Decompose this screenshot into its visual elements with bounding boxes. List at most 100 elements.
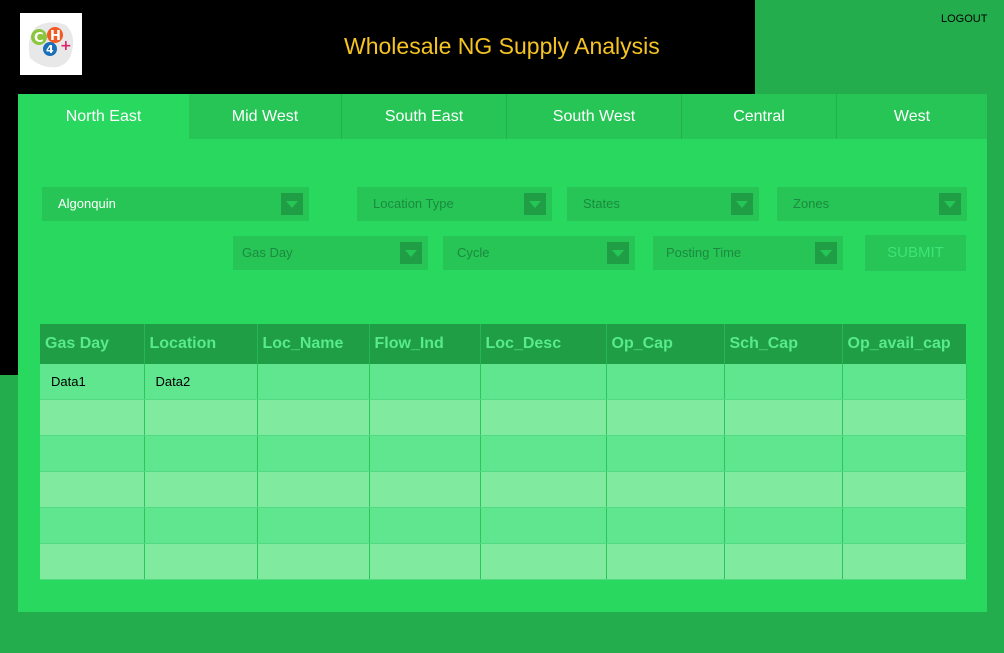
table-cell <box>480 399 607 436</box>
table-cell <box>144 435 258 472</box>
table-cell <box>257 435 370 472</box>
table-row[interactable] <box>40 435 967 472</box>
table-row[interactable] <box>40 507 967 544</box>
logout-link[interactable]: LOGOUT <box>941 13 987 25</box>
gas-day-placeholder: Gas Day <box>242 245 293 260</box>
table-cell <box>144 543 258 580</box>
table-cell <box>842 364 967 400</box>
posting-time-placeholder: Posting Time <box>666 245 742 260</box>
table-cell: Data2 <box>144 364 258 400</box>
table-cell <box>144 507 258 544</box>
table-cell <box>369 435 481 472</box>
tab-south-east[interactable]: South East <box>342 94 507 139</box>
location-type-placeholder: Location Type <box>373 196 454 211</box>
states-placeholder: States <box>583 196 620 211</box>
column-header[interactable]: Loc_Name <box>257 324 370 364</box>
table-cell <box>369 399 481 436</box>
table-cell <box>40 543 145 580</box>
table-cell <box>606 399 725 436</box>
table-cell <box>480 507 607 544</box>
svg-text:4: 4 <box>46 43 54 56</box>
region-tabs: North East Mid West South East South Wes… <box>18 94 987 139</box>
table-cell <box>480 435 607 472</box>
tab-central[interactable]: Central <box>682 94 837 139</box>
gas-day-select[interactable]: Gas Day <box>233 236 428 270</box>
table-cell <box>144 399 258 436</box>
pipeline-select-value: Algonquin <box>58 196 116 211</box>
table-cell <box>40 471 145 508</box>
table-cell <box>842 471 967 508</box>
column-header[interactable]: Op_Cap <box>606 324 725 364</box>
table-cell <box>606 543 725 580</box>
table-header-row: Gas Day Location Loc_Name Flow_Ind Loc_D… <box>40 324 966 364</box>
table-cell <box>369 507 481 544</box>
tab-north-east[interactable]: North East <box>18 94 189 139</box>
table-cell <box>724 435 843 472</box>
table-cell <box>480 364 607 400</box>
left-black-strip <box>0 94 18 375</box>
zones-placeholder: Zones <box>793 196 830 211</box>
ch4-molecule-logo-icon: C H 4 + <box>20 13 82 75</box>
table-cell: Data1 <box>40 364 145 400</box>
table-cell <box>606 471 725 508</box>
table-cell <box>724 543 843 580</box>
svg-text:+: + <box>60 38 72 54</box>
chevron-down-icon[interactable] <box>400 242 422 264</box>
column-header[interactable]: Location <box>144 324 258 364</box>
table-row[interactable]: Data1 Data2 <box>40 364 967 400</box>
tab-south-west[interactable]: South West <box>507 94 682 139</box>
chevron-down-icon[interactable] <box>815 242 837 264</box>
chevron-down-icon[interactable] <box>524 193 546 215</box>
table-row[interactable] <box>40 399 967 436</box>
cycle-select[interactable]: Cycle <box>443 236 635 270</box>
table-cell <box>480 543 607 580</box>
posting-time-select[interactable]: Posting Time <box>653 236 843 270</box>
table-cell <box>369 471 481 508</box>
svg-text:C: C <box>34 31 44 46</box>
column-header[interactable]: Sch_Cap <box>724 324 843 364</box>
table-row[interactable] <box>40 471 967 508</box>
table-cell <box>606 435 725 472</box>
table-cell <box>40 435 145 472</box>
table-cell <box>606 364 725 400</box>
submit-button[interactable]: SUBMIT <box>865 235 966 271</box>
table-cell <box>40 399 145 436</box>
table-cell <box>842 435 967 472</box>
table-cell <box>257 364 370 400</box>
table-cell <box>369 543 481 580</box>
chevron-down-icon[interactable] <box>939 193 961 215</box>
tab-mid-west[interactable]: Mid West <box>189 94 342 139</box>
table-cell <box>257 399 370 436</box>
chevron-down-icon[interactable] <box>731 193 753 215</box>
table-cell <box>842 507 967 544</box>
location-type-select[interactable]: Location Type <box>357 187 552 221</box>
pipeline-select[interactable]: Algonquin <box>42 187 309 221</box>
table-cell <box>606 507 725 544</box>
table-cell <box>480 471 607 508</box>
table-cell <box>724 507 843 544</box>
tab-west[interactable]: West <box>837 94 987 139</box>
chevron-down-icon[interactable] <box>281 193 303 215</box>
zones-select[interactable]: Zones <box>777 187 967 221</box>
table-row[interactable] <box>40 543 967 580</box>
table-cell <box>842 399 967 436</box>
table-cell <box>144 471 258 508</box>
column-header[interactable]: Loc_Desc <box>480 324 607 364</box>
table-cell <box>257 471 370 508</box>
chevron-down-icon[interactable] <box>607 242 629 264</box>
table-cell <box>724 471 843 508</box>
table-cell <box>842 543 967 580</box>
table-cell <box>257 507 370 544</box>
column-header[interactable]: Flow_Ind <box>369 324 481 364</box>
table-cell <box>724 364 843 400</box>
table-cell <box>369 364 481 400</box>
supply-table: Gas Day Location Loc_Name Flow_Ind Loc_D… <box>40 324 967 580</box>
page-title: Wholesale NG Supply Analysis <box>344 33 660 59</box>
main-panel: North East Mid West South East South Wes… <box>18 94 987 612</box>
cycle-placeholder: Cycle <box>457 245 490 260</box>
column-header[interactable]: Op_avail_cap <box>842 324 966 364</box>
states-select[interactable]: States <box>567 187 759 221</box>
table-cell <box>257 543 370 580</box>
column-header[interactable]: Gas Day <box>40 324 145 364</box>
table-cell <box>724 399 843 436</box>
